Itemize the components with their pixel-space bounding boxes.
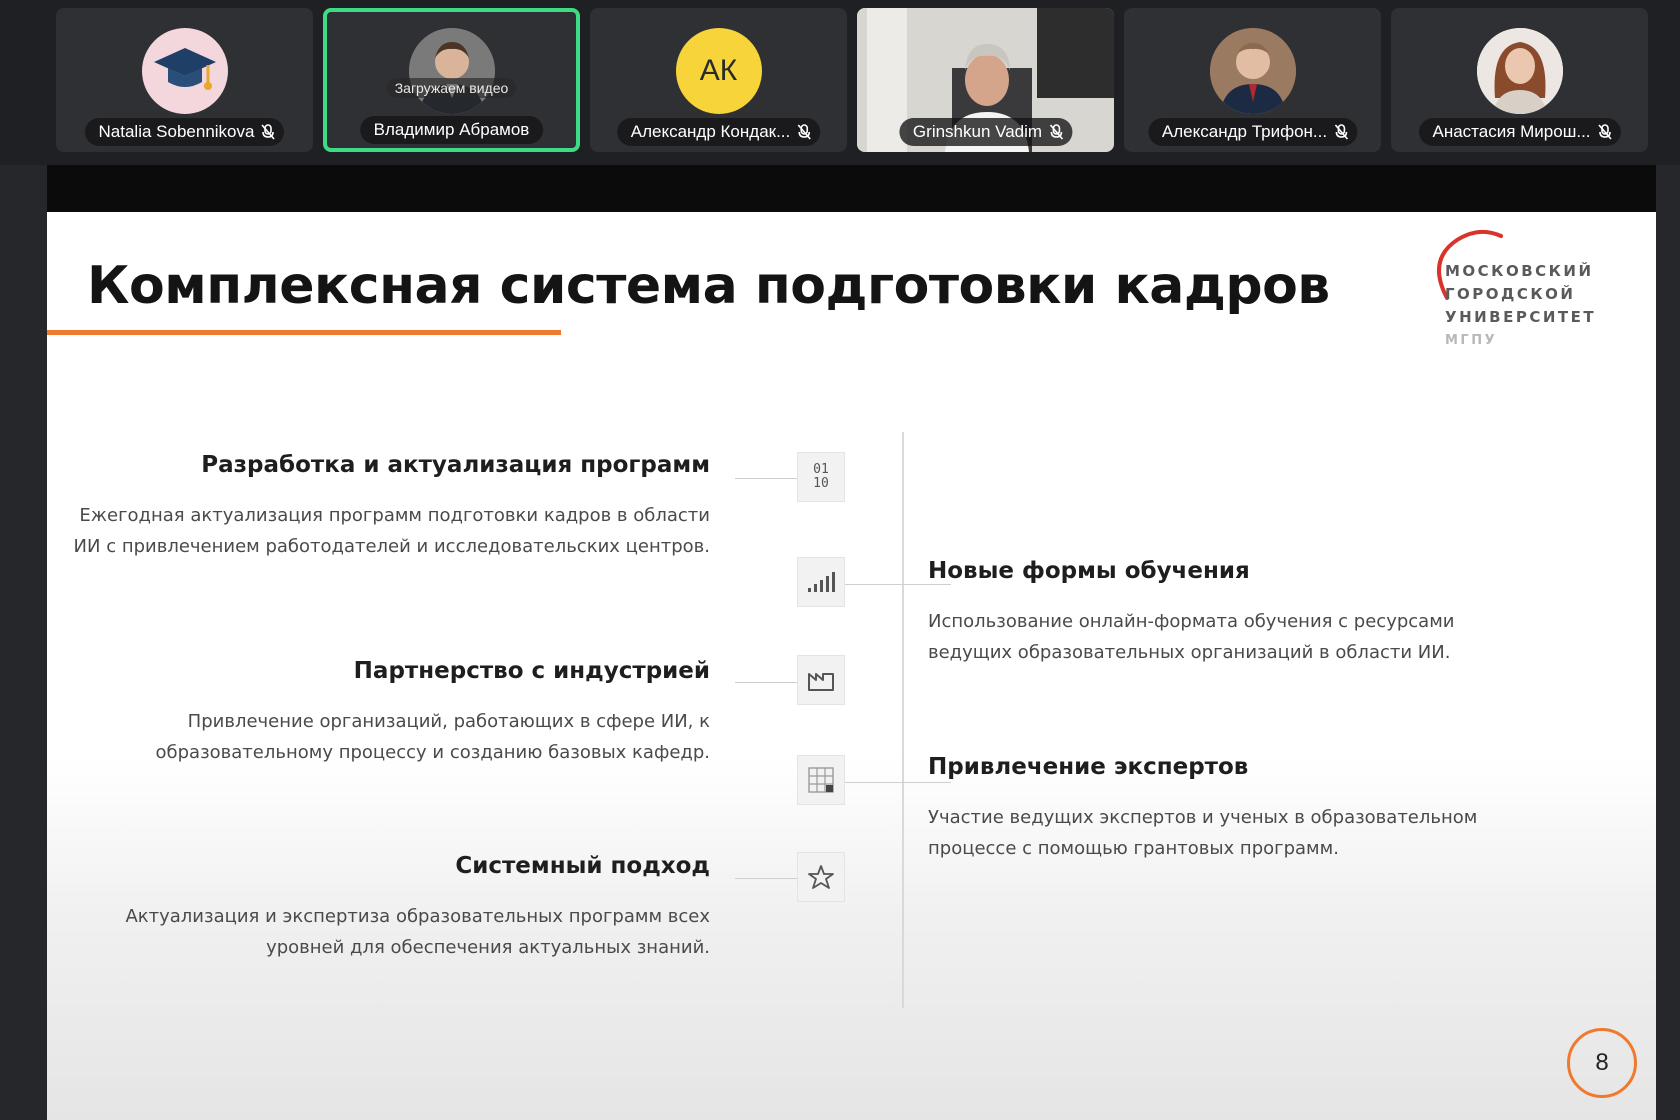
- block-heading: Системный подход: [455, 853, 710, 879]
- mic-off-icon: [1334, 124, 1348, 140]
- binary-code-icon: 01 10: [797, 452, 845, 502]
- block-heading: Разработка и актуализация программ: [201, 452, 710, 478]
- participant-name: Александр Трифон...: [1147, 118, 1358, 146]
- block-text: Актуализация и экспертиза образовательны…: [125, 906, 710, 958]
- initials-avatar: АК: [675, 28, 762, 114]
- participant-tile-active-speaker[interactable]: Загружаем видео Владимир Абрамов: [323, 8, 580, 152]
- bar-chart-icon: [797, 557, 845, 607]
- text-block: Новые формы обучения Использование онлай…: [928, 558, 1528, 668]
- screen-share-margin: [1656, 165, 1680, 1120]
- participant-name: Владимир Абрамов: [359, 116, 544, 144]
- graduation-cap-icon: [141, 28, 228, 114]
- shared-slide: Комплексная система подготовки кадров МО…: [47, 212, 1656, 1120]
- university-logo-text: МОСКОВСКИЙ ГОРОДСКОЙ УНИВЕРСИТЕТ МГПУ: [1445, 262, 1597, 348]
- slide-letterbox: [47, 165, 1656, 212]
- star-icon: [797, 852, 845, 902]
- participant-name: Natalia Sobennikova: [84, 118, 285, 146]
- participant-name: Александр Кондак...: [616, 118, 821, 146]
- center-divider: [902, 432, 904, 1008]
- title-underline: [47, 330, 561, 335]
- participant-tile[interactable]: Natalia Sobennikova: [56, 8, 313, 152]
- mic-off-icon: [797, 124, 811, 140]
- factory-icon: [797, 655, 845, 705]
- participant-tile[interactable]: АК Александр Кондак...: [590, 8, 847, 152]
- mic-off-icon: [1597, 124, 1612, 140]
- participant-avatar: [1476, 28, 1563, 114]
- block-heading: Новые формы обучения: [928, 558, 1250, 584]
- text-block: Системный подход Актуализация и эксперти…: [70, 853, 710, 963]
- screen-share-margin: [0, 165, 47, 1120]
- block-text: Привлечение организаций, работающих в сф…: [155, 711, 710, 763]
- slide-page-number: 8: [1567, 1028, 1637, 1098]
- loading-video-label: Загружаем видео: [386, 78, 517, 98]
- block-heading: Партнерство с индустрией: [353, 658, 710, 684]
- block-text: Участие ведущих экспертов и ученых в обр…: [928, 807, 1478, 859]
- participant-tile[interactable]: Анастасия Мирош...: [1391, 8, 1648, 152]
- participant-tile-video[interactable]: Grinshkun Vadim: [857, 8, 1114, 152]
- mic-off-icon: [1049, 124, 1063, 140]
- text-block: Привлечение экспертов Участие ведущих эк…: [928, 754, 1528, 864]
- text-block: Разработка и актуализация программ Ежего…: [70, 452, 710, 562]
- block-text: Ежегодная актуализация программ подготов…: [73, 505, 710, 557]
- text-block: Партнерство с индустрией Привлечение орг…: [70, 658, 710, 768]
- participant-avatar: [408, 28, 495, 114]
- block-text: Использование онлайн-формата обучения с …: [928, 611, 1455, 663]
- participant-name: Grinshkun Vadim: [898, 118, 1073, 146]
- grid-icon: [797, 755, 845, 805]
- slide-title: Комплексная система подготовки кадров: [87, 256, 1330, 316]
- participant-name: Анастасия Мирош...: [1418, 118, 1621, 146]
- participant-strip: Natalia Sobennikova Загружаем видео Влад…: [0, 0, 1680, 165]
- participant-avatar: [1209, 28, 1296, 114]
- mic-off-icon: [261, 124, 276, 140]
- block-heading: Привлечение экспертов: [928, 754, 1249, 780]
- participant-tile[interactable]: Александр Трифон...: [1124, 8, 1381, 152]
